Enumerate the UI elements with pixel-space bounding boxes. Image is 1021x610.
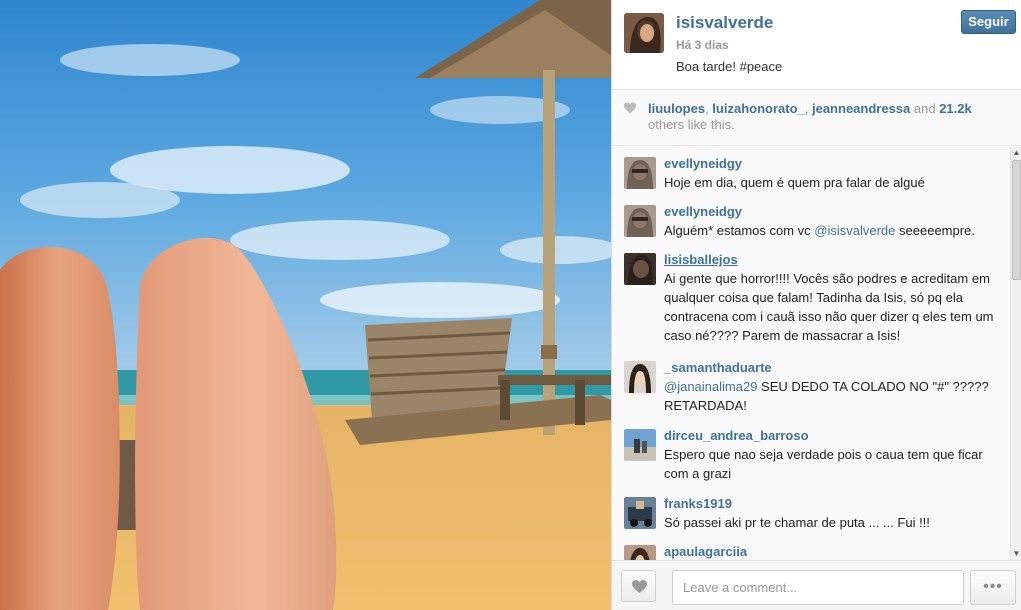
post-header: isisvalverde Há 3 dias Boa tarde! #peace… [612,0,1021,90]
commenter-avatar[interactable] [624,497,656,529]
comment-mention-link[interactable]: @janainalima29 [664,379,757,394]
heart-icon [632,580,647,593]
comment-username[interactable]: lisisballejos [664,251,1004,269]
comment-text: Alguém* estamos com vc @isisvalverde see… [664,221,1004,240]
likes-text: liuulopes, luizahonorato_, jeanneandress… [648,101,998,133]
comment-item: evellyneidgy Hoje em dia, quem é quem pr… [612,155,1010,192]
likes-others: others like this. [648,117,735,132]
post-caption: Boa tarde! #peace [676,59,783,74]
comment-item: lisisballejos Ai gente que horror!!!! Vo… [612,251,1010,345]
comment-username[interactable]: apaulagarciia [664,543,1004,560]
scroll-up-arrow-icon[interactable]: ▲ [1011,147,1021,159]
heart-icon [623,102,637,114]
liker-link[interactable]: luizahonorato_ [712,101,804,116]
commenter-avatar[interactable] [624,545,656,560]
liker-link[interactable]: liuulopes [648,101,705,116]
likes-separator: , [804,101,812,116]
comment-username[interactable]: evellyneidgy [664,155,1004,173]
comment-text-part: Alguém* estamos com vc [664,223,815,238]
comment-text: Ai gente que horror!!!! Vocês são podres… [664,271,994,343]
comment-item: evellyneidgy Alguém* estamos com vc @isi… [612,203,1010,240]
follow-button[interactable]: Seguir [961,10,1016,34]
comment-input[interactable] [672,570,964,605]
commenter-avatar[interactable] [624,157,656,189]
comments-scrollbar[interactable]: ▲ ▼ [1010,147,1021,560]
comment-item: _samanthaduarte @janainalima29 SEU DEDO … [612,359,1010,415]
comment-text: Hoje em dia, quem é quem pra falar de al… [664,175,925,190]
author-avatar[interactable] [624,13,664,53]
author-username[interactable]: isisvalverde [676,13,773,33]
comment-username[interactable]: dirceu_andrea_barroso [664,427,1004,445]
commenter-avatar[interactable] [624,361,656,393]
more-options-button[interactable]: ••• [970,570,1016,605]
comment-text: @janainalima29 SEU DEDO TA COLADO NO "#"… [664,377,1004,415]
comment-text-part: seeeeempre. [895,223,975,238]
likes-count[interactable]: 21.2k [939,101,972,116]
post-timestamp: Há 3 dias [676,38,729,52]
scroll-down-arrow-icon[interactable]: ▼ [1011,548,1021,560]
comment-text: Espero que nao seja verdade pois o caua … [664,447,983,481]
comment-item: franks1919 Só passei aki pr te chamar de… [612,495,1010,532]
comment-item: apaulagarciia [612,543,1010,560]
comment-text: Só passei aki pr te chamar de puta ... .… [664,515,930,530]
commenter-avatar[interactable] [624,205,656,237]
likes-and: and [910,101,940,116]
comment-username[interactable]: evellyneidgy [664,203,1004,221]
beach-photo-image [0,0,611,610]
likes-summary: liuulopes, luizahonorato_, jeanneandress… [612,91,1021,146]
commenter-avatar[interactable] [624,253,656,285]
post-details-panel: isisvalverde Há 3 dias Boa tarde! #peace… [611,0,1021,610]
commenter-avatar[interactable] [624,429,656,461]
scrollbar-thumb[interactable] [1012,160,1021,280]
comment-item: dirceu_andrea_barroso Espero que nao sej… [612,427,1010,483]
comment-footer: ••• [612,560,1021,610]
liker-link[interactable]: jeanneandressa [812,101,910,116]
post-photo [0,0,611,610]
like-button[interactable] [621,570,656,602]
comment-username[interactable]: _samanthaduarte [664,359,1004,377]
comment-username[interactable]: franks1919 [664,495,1004,513]
comment-mention-link[interactable]: @isisvalverde [814,223,895,238]
comments-list[interactable]: evellyneidgy Hoje em dia, quem é quem pr… [612,147,1010,560]
